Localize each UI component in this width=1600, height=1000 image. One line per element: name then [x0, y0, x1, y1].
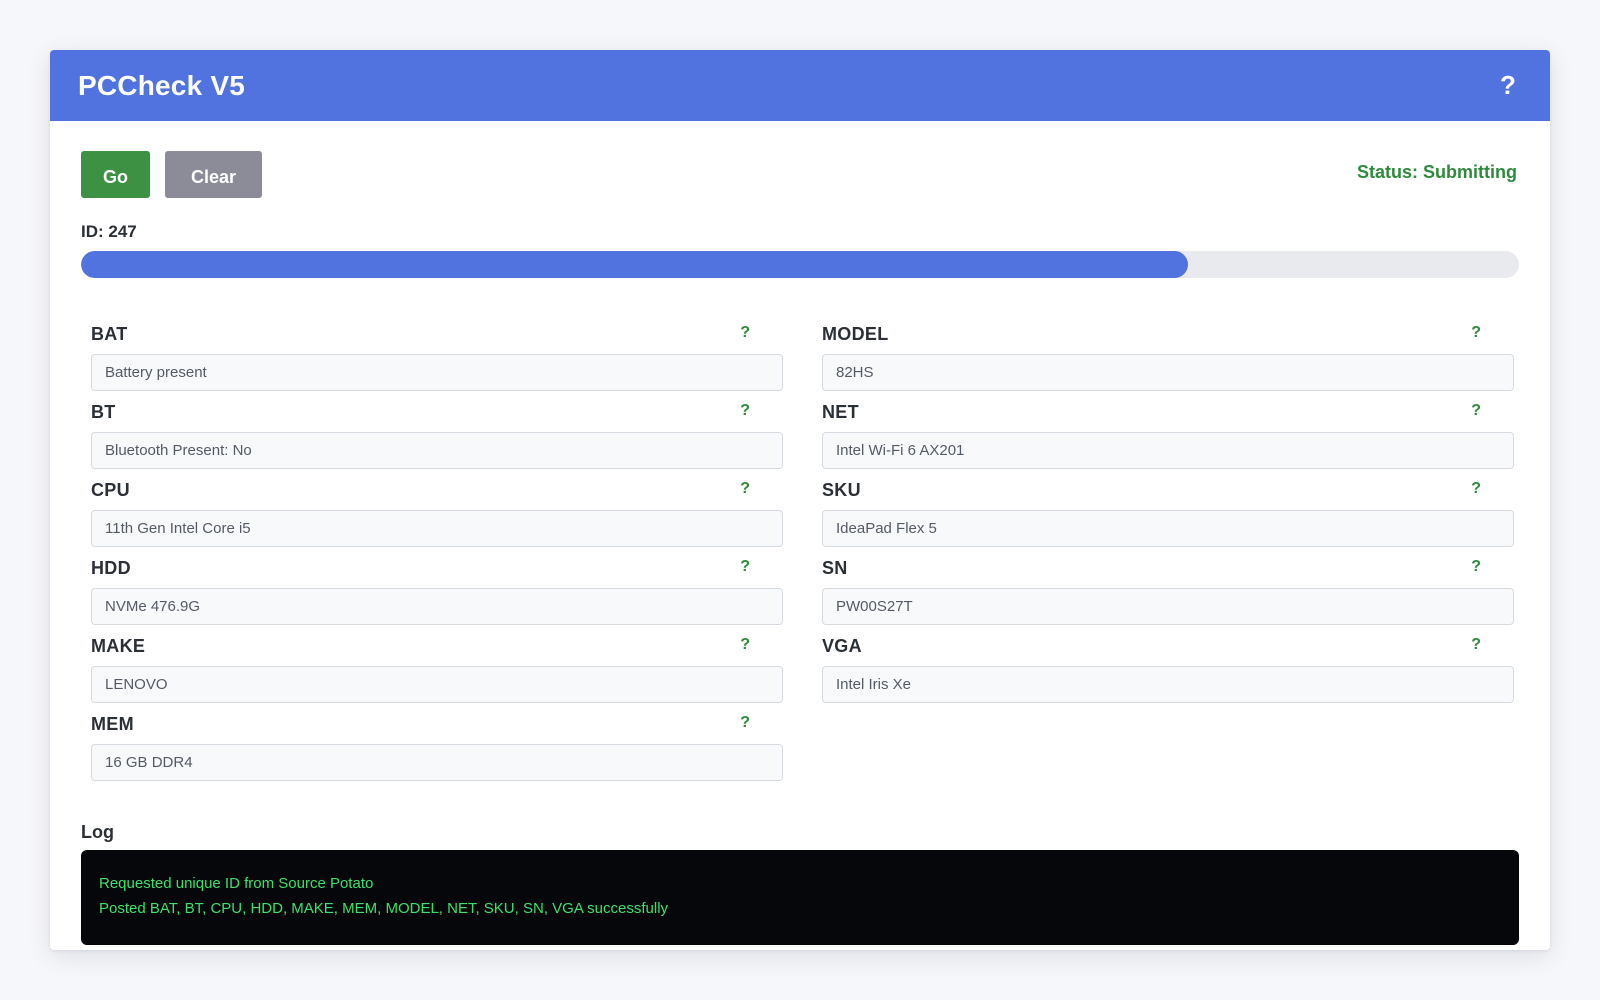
field-input-sn[interactable] — [822, 588, 1514, 625]
go-button[interactable]: Go — [81, 150, 150, 198]
log-label: Log — [81, 822, 114, 842]
field-sku: SKU ? — [822, 480, 1514, 558]
progress-bar-fill — [81, 251, 1189, 278]
field-input-cpu[interactable] — [91, 510, 783, 547]
field-input-bt[interactable] — [91, 432, 783, 469]
field-help-icon-sku[interactable]: ? — [1471, 480, 1481, 498]
field-help-icon-sn[interactable]: ? — [1471, 558, 1481, 576]
log-console: Requested unique ID from Source Potato Po… — [81, 850, 1519, 945]
field-input-sku[interactable] — [822, 510, 1514, 547]
field-input-net[interactable] — [822, 432, 1514, 469]
field-label-net: NET — [822, 402, 859, 422]
field-help-icon-net[interactable]: ? — [1471, 402, 1481, 420]
field-input-vga[interactable] — [822, 666, 1514, 703]
field-label-model: MODEL — [822, 324, 889, 344]
field-help-icon-make[interactable]: ? — [740, 636, 750, 654]
field-mem: MEM ? — [91, 714, 783, 792]
main-content: Go Clear Status: Submitting ID: 247 BAT … — [50, 150, 1550, 945]
field-label-bat: BAT — [91, 324, 128, 344]
job-id-label: ID: 247 — [81, 222, 137, 241]
toolbar: Go Clear Status: Submitting — [81, 150, 1519, 198]
log-line: Posted BAT, BT, CPU, HDD, MAKE, MEM, MOD… — [99, 900, 669, 917]
fields-grid: BAT ? BT ? CPU ? HDD ? MAKE ? MEM ? — [81, 324, 1519, 792]
field-vga: VGA ? — [822, 636, 1514, 714]
field-label-bt: BT — [91, 402, 116, 422]
field-make: MAKE ? — [91, 636, 783, 714]
progress-bar — [81, 251, 1519, 278]
help-icon[interactable]: ? — [1494, 70, 1522, 101]
field-label-sn: SN — [822, 558, 848, 578]
field-help-icon-model[interactable]: ? — [1471, 324, 1481, 342]
field-label-sku: SKU — [822, 480, 861, 500]
field-bat: BAT ? — [91, 324, 783, 402]
field-label-vga: VGA — [822, 636, 862, 656]
field-input-model[interactable] — [822, 354, 1514, 391]
field-sn: SN ? — [822, 558, 1514, 636]
field-net: NET ? — [822, 402, 1514, 480]
field-help-icon-hdd[interactable]: ? — [740, 558, 750, 576]
field-input-mem[interactable] — [91, 744, 783, 781]
field-bt: BT ? — [91, 402, 783, 480]
field-help-icon-vga[interactable]: ? — [1471, 636, 1481, 654]
field-hdd: HDD ? — [91, 558, 783, 636]
field-label-cpu: CPU — [91, 480, 130, 500]
app-window: PCCheck V5 ? Go Clear Status: Submitting… — [50, 50, 1550, 950]
log-line: Requested unique ID from Source Potato — [99, 875, 374, 892]
clear-button[interactable]: Clear — [165, 150, 262, 198]
field-help-icon-bat[interactable]: ? — [740, 324, 750, 342]
field-input-bat[interactable] — [91, 354, 783, 391]
fields-column-left: BAT ? BT ? CPU ? HDD ? MAKE ? MEM ? — [91, 324, 783, 792]
field-cpu: CPU ? — [91, 480, 783, 558]
fields-column-right: MODEL ? NET ? SKU ? SN ? VGA ? — [822, 324, 1514, 792]
field-input-make[interactable] — [91, 666, 783, 703]
status-text: Status: Submitting — [1357, 162, 1517, 182]
title-bar: PCCheck V5 ? — [50, 50, 1550, 121]
app-title: PCCheck V5 — [78, 69, 245, 101]
field-help-icon-bt[interactable]: ? — [740, 402, 750, 420]
field-help-icon-mem[interactable]: ? — [740, 714, 750, 732]
field-help-icon-cpu[interactable]: ? — [740, 480, 750, 498]
field-input-hdd[interactable] — [91, 588, 783, 625]
field-label-mem: MEM — [91, 714, 134, 734]
field-label-hdd: HDD — [91, 558, 131, 578]
field-model: MODEL ? — [822, 324, 1514, 402]
field-label-make: MAKE — [91, 636, 146, 656]
